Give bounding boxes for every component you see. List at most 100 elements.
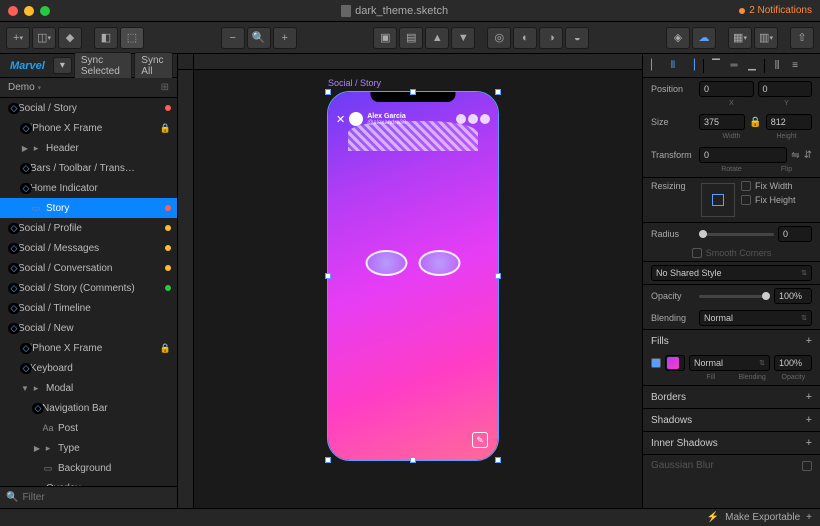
layer-row[interactable]: ▼◇Social / New xyxy=(0,318,177,338)
layer-row[interactable]: ◇iPhone X Frame🔒 xyxy=(0,118,177,138)
opacity-field[interactable]: 100% xyxy=(774,288,812,304)
lock-aspect-icon[interactable]: 🔒 xyxy=(749,117,761,128)
radius-field[interactable]: 0 xyxy=(778,226,812,242)
bolt-icon[interactable]: ⚡ xyxy=(707,512,719,523)
layer-row[interactable]: ▶▸Header xyxy=(0,138,177,158)
compose-icon[interactable]: ✎ xyxy=(472,432,488,448)
ungroup-button[interactable]: ▤ xyxy=(399,27,423,49)
zoom-in-button[interactable]: + xyxy=(273,27,297,49)
layout-button[interactable]: ▥▾ xyxy=(754,27,778,49)
fills-section-header[interactable]: Fills+ xyxy=(643,329,820,352)
position-y-field[interactable]: 0 xyxy=(758,81,813,97)
add-inner-shadow-icon[interactable]: + xyxy=(806,437,812,449)
page-selector[interactable]: Demo ▾ ⊞ xyxy=(0,78,177,98)
align-left-icon[interactable]: ▏ xyxy=(647,58,663,74)
shape-button[interactable]: ◫▾ xyxy=(32,27,56,49)
layer-row[interactable]: ▶◇Navigation Bar xyxy=(0,398,177,418)
fix-width-checkbox[interactable] xyxy=(741,181,751,191)
search-pages-icon[interactable]: ⊞ xyxy=(161,82,169,93)
height-field[interactable]: 812 xyxy=(766,114,812,130)
layer-row[interactable]: AaPost xyxy=(0,418,177,438)
selection-handle[interactable] xyxy=(325,457,331,463)
edit-button[interactable]: ◧ xyxy=(94,27,118,49)
symbol-button[interactable]: ◆ xyxy=(58,27,82,49)
cloud-button[interactable]: ☁ xyxy=(692,27,716,49)
align-top-icon[interactable]: ▔ xyxy=(708,58,724,74)
maximize-window-icon[interactable] xyxy=(40,6,50,16)
layer-row[interactable]: ▭Background xyxy=(0,458,177,478)
fill-blend-select[interactable]: Normal⇅ xyxy=(689,355,770,371)
borders-section-header[interactable]: Borders+ xyxy=(643,385,820,408)
layer-row[interactable]: ▼◇Social / Story xyxy=(0,98,177,118)
fix-height-checkbox[interactable] xyxy=(741,195,751,205)
sync-all-button[interactable]: Sync All xyxy=(134,52,173,80)
layer-row[interactable]: ◇iPhone X Frame🔒 xyxy=(0,338,177,358)
radius-slider[interactable] xyxy=(699,233,774,236)
layer-row[interactable]: ▶◇Social / Conversation xyxy=(0,258,177,278)
align-center-v-icon[interactable]: ═ xyxy=(726,58,742,74)
selection-handle[interactable] xyxy=(410,457,416,463)
align-bottom-icon[interactable]: ▁ xyxy=(744,58,760,74)
disclosure-icon[interactable]: ▶ xyxy=(32,444,42,453)
add-border-icon[interactable]: + xyxy=(806,391,812,403)
backward-button[interactable]: ▼ xyxy=(451,27,475,49)
selection-handle[interactable] xyxy=(495,273,501,279)
resizing-control[interactable] xyxy=(701,183,735,217)
layer-row[interactable]: ◇Keyboard xyxy=(0,358,177,378)
union-button[interactable]: ◎ xyxy=(487,27,511,49)
add-fill-icon[interactable]: + xyxy=(806,335,812,347)
layer-row[interactable]: ▼▸Modal xyxy=(0,378,177,398)
position-x-field[interactable]: 0 xyxy=(699,81,754,97)
layer-row[interactable]: ◇Home Indicator xyxy=(0,178,177,198)
mirror-button[interactable]: ◈ xyxy=(666,27,690,49)
opacity-slider[interactable] xyxy=(699,295,770,298)
selection-handle[interactable] xyxy=(325,89,331,95)
selection-handle[interactable] xyxy=(495,457,501,463)
disclosure-icon[interactable]: ▶ xyxy=(20,144,30,153)
forward-button[interactable]: ▲ xyxy=(425,27,449,49)
selection-handle[interactable] xyxy=(495,89,501,95)
marvel-logo[interactable]: Marvel xyxy=(4,60,51,72)
distribute-v-icon[interactable]: ≡ xyxy=(787,58,803,74)
rotate-field[interactable]: 0 xyxy=(699,147,787,163)
group-button[interactable]: ▣ xyxy=(373,27,397,49)
add-export-icon[interactable]: + xyxy=(806,512,812,523)
smooth-corners-checkbox[interactable] xyxy=(692,248,702,258)
lock-icon[interactable]: 🔒 xyxy=(160,123,171,134)
zoom-button[interactable]: 🔍 xyxy=(247,27,271,49)
transform-button[interactable]: ⬚ xyxy=(120,27,144,49)
selection-handle[interactable] xyxy=(325,273,331,279)
flip-h-icon[interactable]: ⇋ xyxy=(791,150,799,161)
lock-icon[interactable]: 🔒 xyxy=(160,343,171,354)
subtract-button[interactable]: ◐ xyxy=(513,27,537,49)
layer-filter-input[interactable] xyxy=(22,492,171,503)
avatar[interactable] xyxy=(349,112,363,126)
close-window-icon[interactable] xyxy=(8,6,18,16)
distribute-h-icon[interactable]: ⫼ xyxy=(769,58,785,74)
fill-swatch[interactable] xyxy=(665,355,685,371)
fill-opacity-field[interactable]: 100% xyxy=(774,355,812,371)
layer-row[interactable]: ▶◇Social / Profile xyxy=(0,218,177,238)
layer-row[interactable]: ▭Overlay xyxy=(0,478,177,486)
notifications-indicator[interactable]: 2 Notifications xyxy=(739,5,812,16)
flip-v-icon[interactable]: ⇵ xyxy=(804,150,812,161)
close-icon[interactable]: ✕ xyxy=(336,113,345,126)
sync-menu-button[interactable]: ▾ xyxy=(53,57,72,74)
align-center-h-icon[interactable]: ⦀ xyxy=(665,58,681,74)
add-shadow-icon[interactable]: + xyxy=(806,414,812,426)
difference-button[interactable]: ◒ xyxy=(565,27,589,49)
make-exportable-button[interactable]: Make Exportable xyxy=(725,512,800,523)
fill-enabled-checkbox[interactable] xyxy=(651,358,661,368)
canvas[interactable]: Social / Story ✕ Alex Garcia @alexandra3… xyxy=(178,54,642,508)
align-right-icon[interactable]: ▕ xyxy=(683,58,699,74)
insert-button[interactable]: +▾ xyxy=(6,27,30,49)
view-button[interactable]: ▦▾ xyxy=(728,27,752,49)
layer-row[interactable]: ▶▸Type xyxy=(0,438,177,458)
blur-section-header[interactable]: Gaussian Blur xyxy=(643,454,820,476)
layer-row[interactable]: ▶◇Social / Timeline xyxy=(0,298,177,318)
export-button[interactable]: ⇧ xyxy=(790,27,814,49)
artboard-label[interactable]: Social / Story xyxy=(328,78,381,88)
selection-handle[interactable] xyxy=(410,89,416,95)
artboard[interactable]: ✕ Alex Garcia @alexandra30 ✎ xyxy=(328,92,498,460)
layer-row[interactable]: ▶◇Social / Story (Comments) xyxy=(0,278,177,298)
